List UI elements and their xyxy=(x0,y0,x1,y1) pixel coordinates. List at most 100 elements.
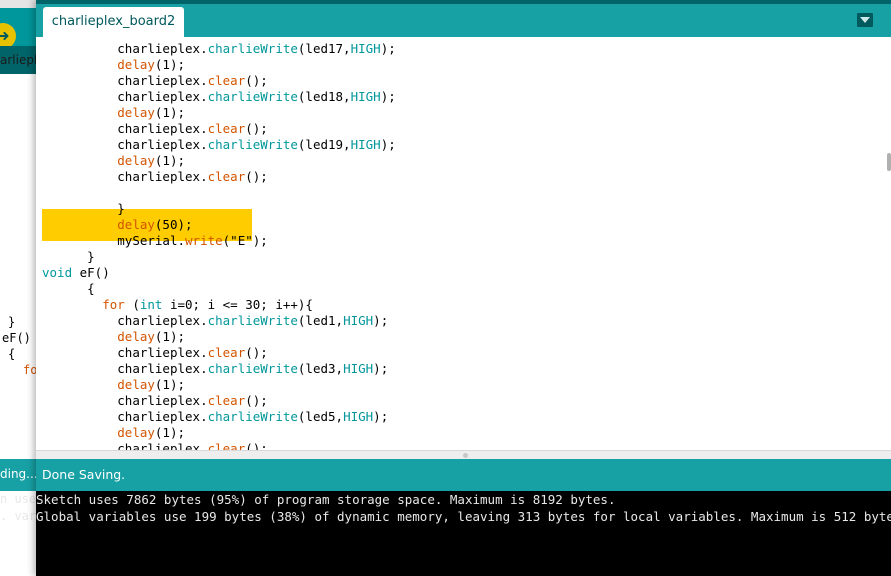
code-line[interactable]: charlieplex.clear(); xyxy=(42,345,891,361)
editor-scrollbar[interactable] xyxy=(887,153,891,171)
arduino-ide-window: charlieplex_board2 charlieplex.charlieWr… xyxy=(36,0,891,576)
code-line[interactable]: charlieplex.charlieWrite(led17,HIGH); xyxy=(42,41,891,57)
code-line[interactable]: delay(1); xyxy=(42,105,891,121)
code-function: delay xyxy=(117,377,155,392)
code-object: mySerial xyxy=(117,233,178,248)
code-text: (); xyxy=(245,73,268,88)
code-object: charlieplex xyxy=(117,345,201,360)
code-dot: . xyxy=(200,169,208,184)
background-tab-label[interactable]: arliepl xyxy=(0,53,37,67)
code-line[interactable]: mySerial.write("E"); xyxy=(42,233,891,249)
code-line[interactable]: delay(1); xyxy=(42,153,891,169)
code-text: i=0; i <= 30; i++){ xyxy=(162,297,313,312)
code-object: charlieplex xyxy=(117,169,201,184)
code-object: charlieplex xyxy=(117,441,201,450)
code-text: (1); xyxy=(154,57,186,72)
code-text: ); xyxy=(373,409,389,424)
code-object: charlieplex xyxy=(117,409,201,424)
code-object: charlieplex xyxy=(117,41,201,56)
code-text: (led5, xyxy=(297,409,344,424)
code-line[interactable]: charlieplex.charlieWrite(led1,HIGH); xyxy=(42,313,891,329)
code-line[interactable]: charlieplex.charlieWrite(led18,HIGH); xyxy=(42,89,891,105)
status-bar: Done Saving. xyxy=(36,459,891,491)
code-text: ); xyxy=(373,313,389,328)
console-line: Sketch uses 7862 bytes (95%) of program … xyxy=(36,492,616,507)
code-line[interactable]: delay(50); xyxy=(42,217,891,233)
code-dot: . xyxy=(200,121,208,136)
code-line[interactable]: charlieplex.charlieWrite(led5,HIGH); xyxy=(42,409,891,425)
code-text: (50); xyxy=(154,217,193,232)
background-toolbar: ➜ xyxy=(0,8,40,49)
code-constant: HIGH xyxy=(350,41,381,56)
code-function: charlieWrite xyxy=(207,409,298,424)
code-line[interactable]: charlieplex.charlieWrite(led19,HIGH); xyxy=(42,137,891,153)
code-line[interactable]: void eF() xyxy=(42,265,891,281)
code-line[interactable]: } xyxy=(42,249,891,265)
code-function: charlieWrite xyxy=(207,137,298,152)
code-function: delay xyxy=(117,217,155,232)
divider-handle-icon[interactable] xyxy=(463,453,468,458)
tab-charlieplex-board2[interactable]: charlieplex_board2 xyxy=(43,7,184,37)
code-line[interactable]: delay(1); xyxy=(42,57,891,73)
code-line[interactable]: charlieplex.charlieWrite(led3,HIGH); xyxy=(42,361,891,377)
code-editor[interactable]: charlieplex.charlieWrite(led17,HIGH); de… xyxy=(36,37,891,450)
code-line[interactable]: for (int i=0; i <= 30; i++){ xyxy=(42,297,891,313)
code-text: (); xyxy=(245,169,268,184)
code-text: ( xyxy=(124,297,140,312)
code-object: charlieplex xyxy=(117,121,201,136)
tab-menu-button[interactable] xyxy=(857,13,873,27)
code-object: charlieplex xyxy=(117,137,201,152)
code-dot: . xyxy=(177,233,186,248)
code-text: (led18, xyxy=(297,89,351,104)
code-line[interactable]: } xyxy=(42,201,891,217)
code-function: clear xyxy=(207,121,246,136)
code-dot: . xyxy=(200,137,208,152)
code-line[interactable]: delay(1); xyxy=(42,329,891,345)
code-function: charlieWrite xyxy=(207,41,298,56)
code-dot: . xyxy=(200,441,208,450)
code-text: ); xyxy=(380,89,396,104)
code-object: charlieplex xyxy=(117,361,201,376)
code-line[interactable] xyxy=(42,185,891,201)
code-line[interactable]: { xyxy=(42,281,891,297)
code-line[interactable]: charlieplex.clear(); xyxy=(42,121,891,137)
code-dot: . xyxy=(200,89,208,104)
code-object: charlieplex xyxy=(117,393,201,408)
code-line[interactable]: charlieplex.clear(); xyxy=(42,169,891,185)
code-function: delay xyxy=(117,153,155,168)
code-keyword: int xyxy=(139,297,163,312)
code-line[interactable]: delay(1); xyxy=(42,425,891,441)
code-text: (1); xyxy=(154,377,186,392)
code-object: charlieplex xyxy=(117,89,201,104)
code-line[interactable]: charlieplex.clear(); xyxy=(42,441,891,450)
background-window: ➜ arliepl } eF() { fo ding... n uses . v… xyxy=(0,0,43,576)
code-text: (led17, xyxy=(297,41,351,56)
code-dot: . xyxy=(200,345,208,360)
code-object: charlieplex xyxy=(117,73,201,88)
code-text: (led3, xyxy=(297,361,344,376)
code-text: (); xyxy=(245,393,268,408)
code-line[interactable]: delay(1); xyxy=(42,377,891,393)
code-function: clear xyxy=(207,73,246,88)
code-constant: HIGH xyxy=(343,313,374,328)
code-dot: . xyxy=(200,313,208,328)
code-keyword: void xyxy=(42,265,73,280)
code-function: charlieWrite xyxy=(207,313,298,328)
code-line[interactable]: charlieplex.clear(); xyxy=(42,393,891,409)
code-function: delay xyxy=(117,105,155,120)
code-line[interactable]: charlieplex.clear(); xyxy=(42,73,891,89)
